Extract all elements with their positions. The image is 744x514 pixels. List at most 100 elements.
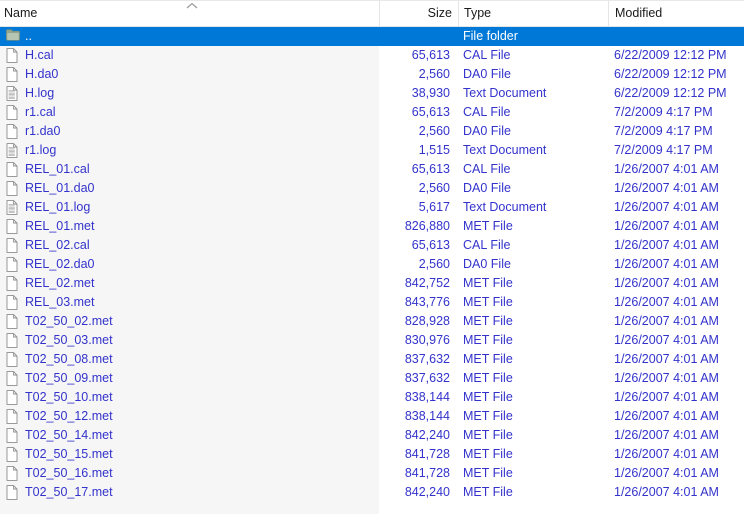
table-row[interactable]: REL_01.log 5,617 Text Document 1/26/2007 4:… — [0, 198, 744, 217]
cell-size: 2,560 — [379, 255, 458, 274]
file-modified-label: 1/26/2007 4:01 AM — [614, 220, 719, 233]
table-row[interactable]: REL_01.da02,560DA0 File1/26/2007 4:01 AM — [0, 179, 744, 198]
cell-name: T02_50_16.met — [0, 464, 379, 483]
file-name-label: T02_50_10.met — [25, 391, 113, 404]
table-row[interactable]: T02_50_08.met837,632MET File1/26/2007 4:… — [0, 350, 744, 369]
cell-modified: 7/2/2009 4:17 PM — [608, 122, 744, 141]
blank-page-icon — [6, 409, 20, 425]
file-modified-label: 6/22/2009 12:12 PM — [614, 68, 727, 81]
column-header-name[interactable]: Name — [0, 1, 379, 26]
cell-size: 837,632 — [379, 350, 458, 369]
file-name-label: REL_01.met — [25, 220, 94, 233]
file-modified-label: 1/26/2007 4:01 AM — [614, 239, 719, 252]
cell-type: CAL File — [458, 46, 608, 65]
blank-page-icon — [6, 162, 20, 178]
folder-icon — [6, 29, 20, 45]
file-size-label: 837,632 — [405, 372, 450, 385]
cell-modified: 1/26/2007 4:01 AM — [608, 179, 744, 198]
table-row[interactable]: T02_50_14.met842,240MET File1/26/2007 4:… — [0, 426, 744, 445]
table-row[interactable]: r1.da02,560DA0 File7/2/2009 4:17 PM — [0, 122, 744, 141]
cell-modified: 7/2/2009 4:17 PM — [608, 103, 744, 122]
file-size-label: 65,613 — [412, 49, 450, 62]
cell-name: H.log — [0, 84, 379, 103]
blank-page-icon — [6, 447, 20, 463]
file-modified-label: 1/26/2007 4:01 AM — [614, 296, 719, 309]
cell-size: 842,240 — [379, 426, 458, 445]
cell-type: DA0 File — [458, 122, 608, 141]
file-name-label: r1.log — [25, 144, 56, 157]
cell-name: r1.log — [0, 141, 379, 160]
file-size-label: 842,240 — [405, 429, 450, 442]
blank-page-icon — [6, 276, 20, 292]
table-row[interactable]: T02_50_09.met837,632MET File1/26/2007 4:… — [0, 369, 744, 388]
table-row[interactable]: T02_50_02.met828,928MET File1/26/2007 4:… — [0, 312, 744, 331]
blank-page-icon — [6, 257, 20, 273]
column-header-size[interactable]: Size — [379, 1, 458, 26]
file-type-label: CAL File — [463, 49, 510, 62]
file-size-label: 830,976 — [405, 334, 450, 347]
file-modified-label: 1/26/2007 4:01 AM — [614, 201, 719, 214]
file-size-label: 838,144 — [405, 410, 450, 423]
column-header-type[interactable]: Type — [458, 1, 608, 26]
file-type-label: MET File — [463, 467, 513, 480]
file-name-label: T02_50_17.met — [25, 486, 113, 499]
table-row[interactable]: H.log 38,930 Text Document 6/22/2009 12:12 … — [0, 84, 744, 103]
table-row[interactable]: r1.log1,515Text Document7/2/2009 4:17 PM — [0, 141, 744, 160]
file-name-label: REL_03.met — [25, 296, 94, 309]
file-name-label: T02_50_03.met — [25, 334, 113, 347]
cell-type: MET File — [458, 388, 608, 407]
table-row[interactable]: T02_50_17.met842,240MET File1/26/2007 4:… — [0, 483, 744, 502]
cell-modified: 1/26/2007 4:01 AM — [608, 293, 744, 312]
cell-size: 65,613 — [379, 46, 458, 65]
table-row[interactable]: REL_01.cal65,613CAL File1/26/2007 4:01 A… — [0, 160, 744, 179]
column-header-modified[interactable]: Modified — [608, 1, 744, 26]
file-type-label: DA0 File — [463, 182, 511, 195]
file-name-label: H.cal — [25, 49, 53, 62]
chevron-up-icon — [186, 2, 198, 10]
file-type-label: Text Document — [463, 201, 546, 214]
cell-name: REL_02.met — [0, 274, 379, 293]
cell-modified: 1/26/2007 4:01 AM — [608, 331, 744, 350]
file-name-label: r1.da0 — [25, 125, 60, 138]
file-modified-label: 1/26/2007 4:01 AM — [614, 258, 719, 271]
file-size-label: 38,930 — [412, 87, 450, 100]
column-header-row: Name Size Type Modified — [0, 1, 744, 27]
cell-size: 837,632 — [379, 369, 458, 388]
file-type-label: MET File — [463, 410, 513, 423]
blank-page-icon — [6, 105, 20, 121]
file-type-label: Text Document — [463, 87, 546, 100]
table-row[interactable]: T02_50_15.met841,728MET File1/26/2007 4:… — [0, 445, 744, 464]
file-name-label: T02_50_09.met — [25, 372, 113, 385]
cell-size: 841,728 — [379, 464, 458, 483]
file-size-label: 837,632 — [405, 353, 450, 366]
table-row[interactable]: ..File folder — [0, 27, 744, 46]
blank-page-icon — [6, 314, 20, 330]
table-row[interactable]: T02_50_10.met838,144MET File1/26/2007 4:… — [0, 388, 744, 407]
cell-modified: 1/26/2007 4:01 AM — [608, 464, 744, 483]
table-row[interactable]: H.da02,560DA0 File6/22/2009 12:12 PM — [0, 65, 744, 84]
cell-name: T02_50_17.met — [0, 483, 379, 502]
table-row[interactable]: T02_50_12.met838,144MET File1/26/2007 4:… — [0, 407, 744, 426]
table-row[interactable]: H.cal 65,613 CAL File 6/22/2009 12:12 PM — [0, 46, 744, 65]
table-row[interactable]: REL_03.met843,776MET File1/26/2007 4:01 … — [0, 293, 744, 312]
table-row[interactable]: r1.cal65,613CAL File7/2/2009 4:17 PM — [0, 103, 744, 122]
cell-modified: 6/22/2009 12:12 PM — [608, 84, 744, 103]
column-header-type-label: Type — [464, 7, 491, 21]
file-modified-label: 1/26/2007 4:01 AM — [614, 429, 719, 442]
table-row[interactable]: REL_02.cal65,613CAL File1/26/2007 4:01 A… — [0, 236, 744, 255]
file-modified-label: 1/26/2007 4:01 AM — [614, 391, 719, 404]
cell-modified: 6/22/2009 12:12 PM — [608, 46, 744, 65]
table-row[interactable]: T02_50_16.met841,728 MET File 1/26/2007 4:… — [0, 464, 744, 483]
file-modified-label: 1/26/2007 4:01 AM — [614, 163, 719, 176]
file-type-label: CAL File — [463, 163, 510, 176]
file-name-label: REL_01.log — [25, 201, 90, 214]
cell-name: T02_50_12.met — [0, 407, 379, 426]
cell-size: 5,617 — [379, 198, 458, 217]
table-row[interactable]: T02_50_03.met830,976MET File1/26/2007 4:… — [0, 331, 744, 350]
file-type-label: MET File — [463, 277, 513, 290]
cell-modified: 1/26/2007 4:01 AM — [608, 274, 744, 293]
table-row[interactable]: REL_01.met826,880MET File1/26/2007 4:01 … — [0, 217, 744, 236]
table-row[interactable]: REL_02.da02,560DA0 File1/26/2007 4:01 AM — [0, 255, 744, 274]
table-row[interactable]: REL_02.met842,752MET File1/26/2007 4:01 … — [0, 274, 744, 293]
blank-page-icon — [6, 333, 20, 349]
